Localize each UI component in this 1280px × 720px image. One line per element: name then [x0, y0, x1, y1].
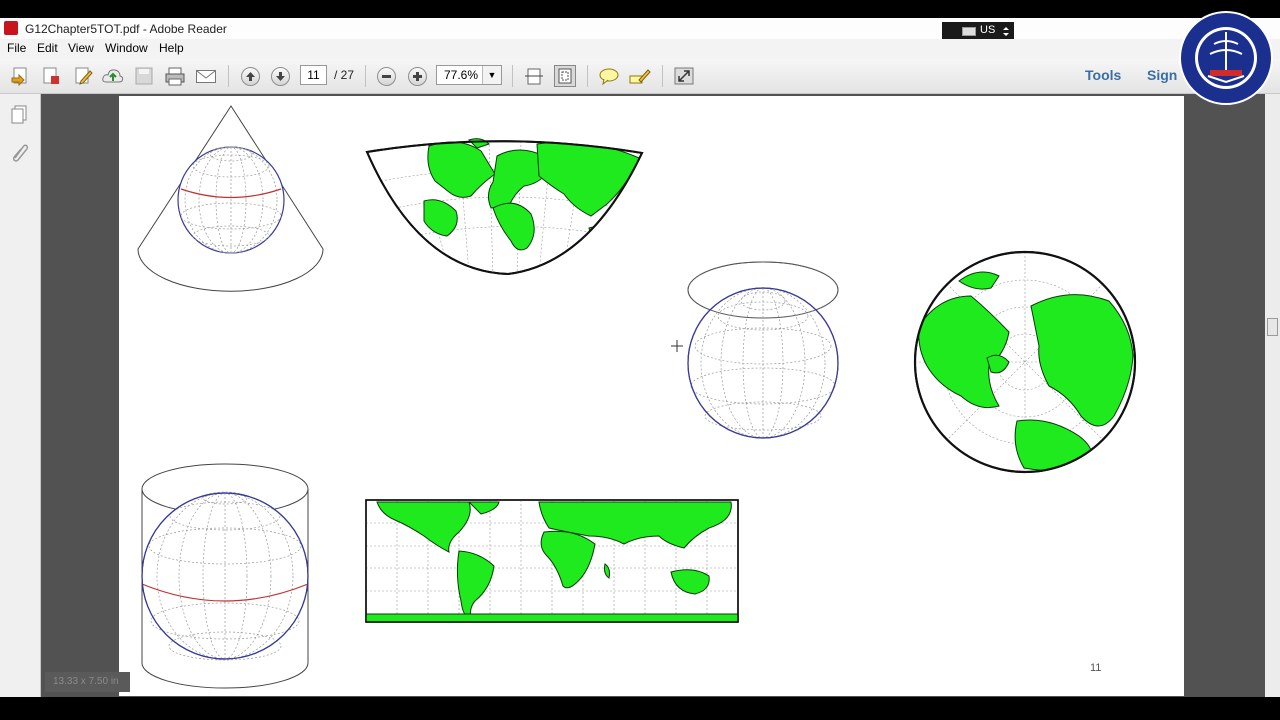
edit-pdf-button[interactable] — [72, 65, 94, 87]
zoom-out-button[interactable] — [375, 65, 397, 87]
toolbar-separator — [662, 65, 663, 87]
print-button[interactable] — [164, 65, 186, 87]
crosshair-cursor-icon — [671, 340, 683, 352]
cylindrical-projection-diagram — [141, 463, 309, 689]
menu-window[interactable]: Window — [105, 41, 148, 55]
next-page-button[interactable] — [269, 65, 291, 87]
navigation-panel — [0, 94, 41, 697]
scrollbar-thumb[interactable] — [1267, 318, 1278, 336]
highlighter-icon — [629, 69, 651, 84]
cloud-upload-icon — [102, 69, 124, 83]
fit-page-button[interactable] — [554, 65, 576, 87]
page-total: / 27 — [334, 68, 355, 82]
fit-width-icon — [525, 68, 543, 85]
create-pdf-icon — [11, 67, 27, 86]
envelope-icon — [196, 70, 216, 83]
expand-button[interactable] — [673, 65, 695, 87]
export-pdf-button[interactable] — [40, 65, 62, 87]
pdf-icon — [4, 21, 18, 35]
azimuthal-projection-diagram — [687, 261, 839, 439]
tools-pane-link[interactable]: Tools — [1085, 67, 1121, 83]
pdf-page — [119, 96, 1184, 696]
menu-view[interactable]: View — [68, 41, 94, 55]
window-title: G12Chapter5TOT.pdf - Adobe Reader — [25, 22, 227, 36]
fit-width-button[interactable] — [523, 65, 545, 87]
vertical-scrollbar[interactable] — [1265, 94, 1280, 697]
zoom-in-button[interactable] — [406, 65, 428, 87]
language-label: US — [980, 24, 996, 36]
toolbar-separator — [228, 65, 229, 87]
upload-button[interactable] — [102, 65, 124, 87]
azimuthal-world-map — [913, 250, 1137, 474]
bottom-border — [0, 697, 1280, 720]
title-bar: G12Chapter5TOT.pdf - Adobe Reader US — [0, 18, 1280, 40]
minus-icon — [381, 74, 391, 78]
sign-pane-link[interactable]: Sign — [1147, 67, 1177, 83]
language-arrows-icon — [1003, 27, 1009, 36]
conic-world-map — [365, 138, 644, 276]
language-indicator[interactable]: US — [942, 22, 1014, 40]
plus-icon — [412, 71, 422, 81]
menu-file[interactable]: File — [7, 41, 26, 55]
menu-help[interactable]: Help — [159, 41, 184, 55]
export-pdf-icon — [43, 67, 59, 84]
menu-edit[interactable]: Edit — [37, 41, 58, 55]
zoom-value: 77.6% — [444, 68, 479, 82]
comment-button[interactable] — [598, 65, 620, 87]
menu-bar: File Edit View Window Help — [0, 39, 1280, 59]
map-projections-figure — [137, 105, 1137, 689]
toolbar-separator — [587, 65, 588, 87]
page-size-indicator: 13.33 x 7.50 in — [45, 672, 130, 692]
page-number-input[interactable]: 11 — [300, 65, 327, 85]
printer-icon — [165, 67, 185, 86]
expand-icon — [674, 67, 694, 85]
speech-bubble-icon — [599, 68, 619, 86]
previous-page-button[interactable] — [239, 65, 261, 87]
page-thumbnails-icon[interactable] — [9, 104, 29, 124]
create-pdf-button[interactable] — [9, 65, 31, 87]
toolbar-separator — [512, 65, 513, 87]
arrow-up-icon — [245, 71, 255, 81]
save-icon — [135, 67, 153, 85]
toolbar-separator — [365, 65, 366, 87]
channel-logo-icon — [1179, 11, 1273, 105]
arrow-down-icon — [275, 71, 285, 81]
edit-pdf-icon — [75, 67, 93, 85]
chevron-down-icon[interactable]: ▼ — [482, 66, 501, 84]
cylindrical-world-map — [365, 499, 739, 623]
keyboard-icon — [962, 27, 976, 36]
slide-page-number: 11 — [1090, 662, 1102, 674]
attachments-paperclip-icon[interactable] — [9, 142, 29, 162]
conic-projection-diagram — [137, 105, 324, 292]
save-button[interactable] — [133, 65, 155, 87]
highlight-button[interactable] — [629, 65, 651, 87]
zoom-select[interactable]: 77.6% ▼ — [436, 65, 502, 85]
fit-page-icon — [558, 68, 572, 84]
email-button[interactable] — [195, 65, 217, 87]
